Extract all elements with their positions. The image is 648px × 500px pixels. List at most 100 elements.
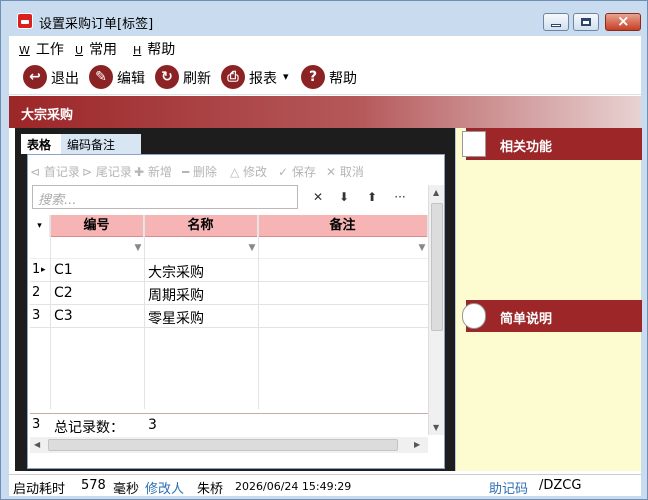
row-number: 2	[32, 285, 41, 300]
related-functions-header[interactable]: 相关功能	[462, 128, 642, 160]
refresh-label: 刷新	[183, 71, 211, 87]
help-label: 帮助	[329, 71, 357, 87]
title-bar: 设置采购订单[标签] ×	[9, 11, 641, 35]
printer-icon: ⎙	[221, 65, 245, 89]
exit-label: 退出	[51, 71, 79, 87]
filter-name-dropdown-icon[interactable]: ▼	[246, 241, 258, 255]
add-button[interactable]: ✚ 新增	[134, 163, 172, 180]
side-panel: 相关功能 简单说明	[455, 128, 642, 471]
refresh-icon: ↻	[155, 65, 179, 89]
brief-description-title: 简单说明	[500, 312, 553, 327]
scroll-right-icon[interactable]: ▶	[414, 440, 420, 449]
row-number: 1	[32, 262, 41, 277]
help-button[interactable]: ? 帮助	[301, 65, 363, 89]
modify-button[interactable]: △ 修改	[230, 163, 267, 180]
edit-button[interactable]: ✎ 编辑	[89, 65, 151, 89]
cancel-button[interactable]: ✕ 取消	[326, 163, 364, 180]
table-row[interactable]: 2 C2 周期采购	[30, 282, 428, 305]
question-icon: ?	[301, 65, 325, 89]
exit-button[interactable]: ↩ 退出	[23, 65, 83, 89]
vertical-scroll-thumb[interactable]	[431, 203, 443, 331]
close-icon: ×	[617, 12, 630, 30]
scroll-up-icon[interactable]: ▲	[433, 188, 439, 197]
refresh-button[interactable]: ↻ 刷新	[155, 65, 217, 89]
menu-work-label: 工作	[35, 42, 64, 58]
grid-header: ▾ 编号 名称 备注	[30, 215, 428, 237]
clear-search-icon[interactable]: ✕	[306, 187, 330, 207]
app-logo-icon	[17, 13, 33, 29]
edit-label: 编辑	[117, 71, 145, 87]
last-record-button[interactable]: ⊳ 尾记录	[82, 163, 132, 180]
report-label: 报表	[249, 71, 277, 87]
document-icon	[462, 131, 486, 157]
cell-name[interactable]: 大宗采购	[148, 262, 204, 282]
search-prev-icon[interactable]: ⬆	[360, 187, 384, 207]
mnemonic-value: /DZCG	[539, 478, 582, 493]
row-indicator-header[interactable]: ▾	[30, 215, 50, 237]
total-records-value: 3	[148, 417, 157, 433]
modifier-name: 朱桥	[197, 482, 224, 497]
filter-row: ▼ ▼ ▼	[30, 237, 428, 259]
cell-code[interactable]: C2	[54, 285, 73, 301]
smiley-icon	[462, 303, 486, 329]
horizontal-scrollbar[interactable]: ◀ ▶	[30, 437, 428, 453]
row-number: 3	[32, 308, 41, 323]
report-dropdown-icon[interactable]: ▾	[283, 70, 289, 83]
startup-time-label: 启动耗时	[13, 482, 66, 497]
filter-note-dropdown-icon[interactable]: ▼	[416, 241, 428, 255]
menu-common-key: U	[75, 44, 84, 57]
section-title: 大宗采购	[21, 108, 74, 123]
first-record-button[interactable]: ⊲ 首记录	[30, 163, 80, 180]
mnemonic-label: 助记码	[489, 482, 529, 497]
menu-work[interactable]: W 工作	[19, 39, 64, 59]
scroll-down-icon[interactable]: ▼	[433, 423, 439, 432]
app-window: 设置采购订单[标签] × W 工作 U 常用 H 帮助 ↩ 退出 ✎ 编辑 ↻ 刷新	[0, 0, 648, 500]
minimize-button[interactable]	[543, 13, 569, 31]
vertical-scrollbar[interactable]: ▲ ▼	[428, 185, 444, 435]
menu-common-label: 常用	[89, 42, 118, 58]
grid-footer: 3 总记录数： 3	[30, 413, 428, 436]
cell-name[interactable]: 零星采购	[148, 308, 204, 328]
maximize-icon	[581, 18, 591, 26]
toolbar: ↩ 退出 ✎ 编辑 ↻ 刷新 ⎙ 报表 ▾ ? 帮助	[9, 58, 641, 95]
column-header-note[interactable]: 备注	[258, 215, 428, 237]
table-row[interactable]: 3 C3 零星采购	[30, 305, 428, 328]
footer-count: 3	[32, 417, 41, 432]
related-functions-title: 相关功能	[500, 140, 553, 155]
delete-button[interactable]: ━ 删除	[182, 163, 217, 180]
menu-work-key: W	[19, 44, 30, 57]
scroll-left-icon[interactable]: ◀	[34, 440, 40, 449]
startup-time-unit: 毫秒	[113, 482, 140, 497]
table-row[interactable]: 1 ▸ C1 大宗采购	[30, 259, 428, 282]
client-area: W 工作 U 常用 H 帮助 ↩ 退出 ✎ 编辑 ↻ 刷新 ⎙ 报表 ▾ ? 帮…	[9, 36, 642, 497]
pencil-icon: ✎	[89, 65, 113, 89]
menu-help[interactable]: H 帮助	[133, 39, 175, 59]
search-next-icon[interactable]: ⬇	[332, 187, 356, 207]
brief-description-header[interactable]: 简单说明	[462, 300, 642, 332]
menu-common[interactable]: U 常用	[75, 39, 117, 59]
menu-bar: W 工作 U 常用 H 帮助	[9, 36, 641, 58]
exit-icon: ↩	[23, 65, 47, 89]
horizontal-scroll-thumb[interactable]	[48, 439, 398, 451]
save-button[interactable]: ✓ 保存	[278, 163, 316, 180]
tab-code-note[interactable]: 编码备注	[61, 134, 141, 154]
tab-table[interactable]: 表格	[21, 134, 61, 154]
minimize-icon	[551, 24, 561, 27]
maximize-button[interactable]	[573, 13, 599, 31]
cell-code[interactable]: C1	[54, 262, 73, 278]
column-header-name[interactable]: 名称	[144, 215, 258, 237]
data-grid: ⊲ 首记录 ⊳ 尾记录 ✚ 新增 ━ 删除 △ 修改 ✓ 保存 ✕ 取消 搜索.…	[27, 154, 445, 469]
modified-datetime: 2026/06/24 15:49:29	[235, 480, 352, 493]
report-button[interactable]: ⎙ 报表 ▾	[221, 65, 297, 89]
column-header-code[interactable]: 编号	[50, 215, 144, 237]
status-bar: 启动耗时 578 毫秒 修改人 朱桥 2026/06/24 15:49:29 助…	[9, 474, 641, 497]
cell-code[interactable]: C3	[54, 308, 73, 324]
section-header: 大宗采购	[9, 96, 641, 128]
filter-code-dropdown-icon[interactable]: ▼	[132, 241, 144, 255]
cell-name[interactable]: 周期采购	[148, 285, 204, 305]
total-records-label: 总记录数：	[54, 420, 124, 436]
search-more-icon[interactable]: ···	[388, 187, 412, 207]
search-input[interactable]: 搜索...	[32, 185, 298, 209]
startup-time-value: 578	[81, 478, 106, 493]
close-button[interactable]: ×	[605, 12, 641, 31]
